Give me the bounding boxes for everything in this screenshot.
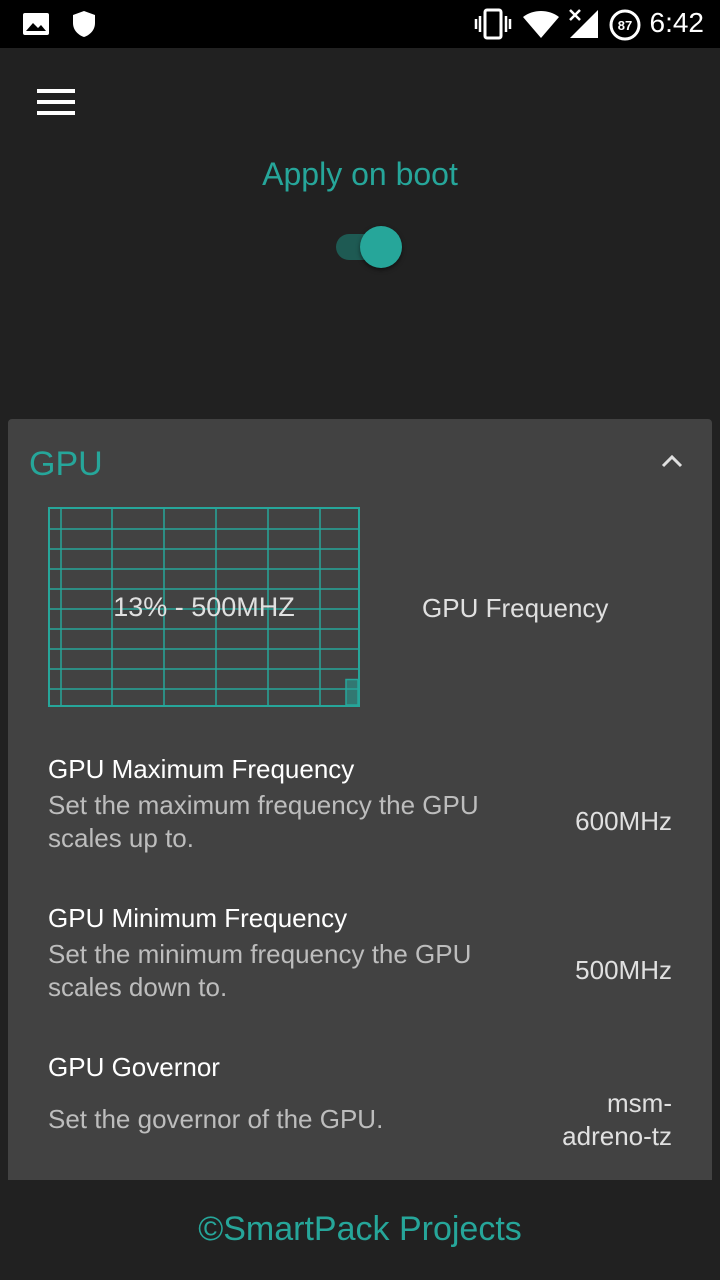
- no-signal-icon: [566, 8, 600, 45]
- apply-on-boot-switch[interactable]: [336, 226, 404, 268]
- item-title: GPU Minimum Frequency: [48, 903, 348, 933]
- battery-icon: 87: [608, 8, 642, 47]
- menu-button[interactable]: [22, 80, 90, 128]
- hamburger-menu-icon: [37, 88, 75, 121]
- footer-credits: ©SmartPack Projects: [198, 1210, 522, 1248]
- item-value: msm-adreno-tz: [562, 1088, 672, 1151]
- item-summary: Set the maximum frequency the GPU scales…: [48, 790, 479, 853]
- item-value: 600MHz: [575, 806, 672, 836]
- switch-thumb: [360, 226, 402, 268]
- item-summary: Set the governor of the GPU.: [48, 1104, 384, 1134]
- graph-current-value: 13% - 500MHZ: [113, 591, 295, 622]
- item-summary: Set the minimum frequency the GPU scales…: [48, 939, 472, 1002]
- item-title: GPU Governor: [48, 1052, 220, 1082]
- status-time: 6:42: [649, 7, 705, 38]
- collapse-button[interactable]: [652, 443, 692, 483]
- shield-icon: [72, 10, 96, 43]
- graph-caption: GPU Frequency: [422, 593, 609, 623]
- footer: ©SmartPack Projects: [0, 1180, 720, 1280]
- item-value: 500MHz: [575, 955, 672, 985]
- app-header: Apply on boot: [0, 48, 720, 400]
- gpu-card: GPU 13% - 500MHZ GPU Frequency GPU Maxim…: [8, 419, 712, 1280]
- vibrate-icon: [474, 8, 512, 45]
- wifi-icon: [522, 10, 560, 45]
- image-icon: [22, 12, 50, 41]
- gpu-frequency-graph: 13% - 500MHZ: [48, 507, 360, 707]
- gpu-governor-item[interactable]: GPU Governor Set the governor of the GPU…: [48, 1051, 688, 1161]
- apply-on-boot-label: Apply on boot: [262, 156, 458, 192]
- card-title: GPU: [29, 445, 103, 483]
- chevron-up-icon: [660, 453, 684, 474]
- status-bar: 87 6:42: [0, 0, 720, 48]
- svg-text:87: 87: [618, 18, 632, 33]
- gpu-max-frequency-item[interactable]: GPU Maximum Frequency Set the maximum fr…: [48, 753, 688, 863]
- item-title: GPU Maximum Frequency: [48, 754, 355, 784]
- gpu-min-frequency-item[interactable]: GPU Minimum Frequency Set the minimum fr…: [48, 902, 688, 1012]
